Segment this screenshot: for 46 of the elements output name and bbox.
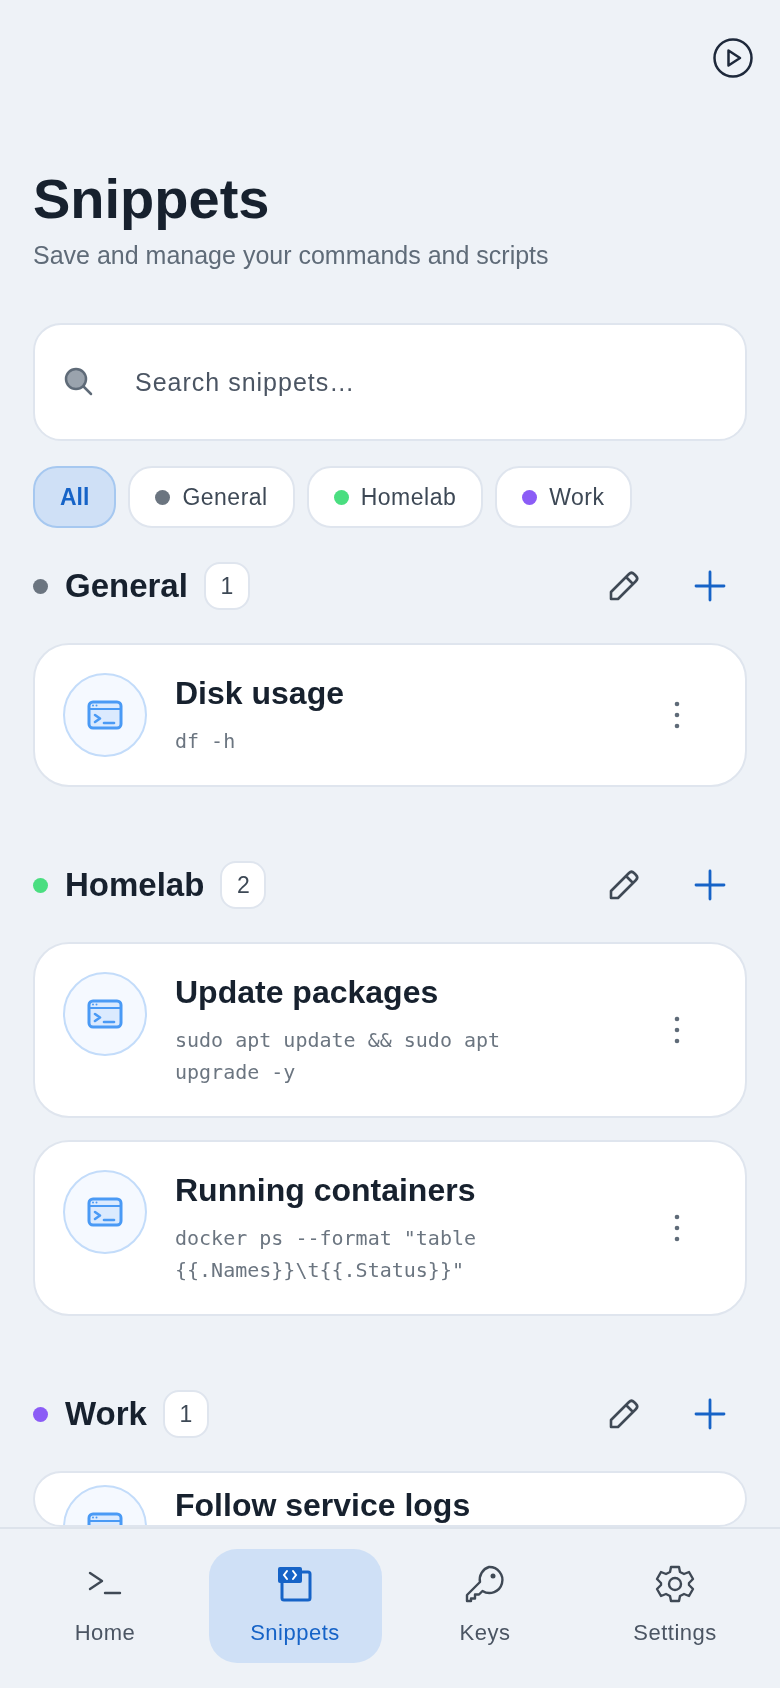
- pencil-icon: [607, 569, 641, 603]
- play-button[interactable]: [712, 37, 754, 79]
- search-icon: [63, 366, 95, 398]
- snippet-title: Update packages: [175, 973, 439, 1012]
- snippet-title: Disk usage: [175, 674, 344, 713]
- more-icon: [674, 1214, 680, 1242]
- nav-tab[interactable]: Keys: [398, 1549, 572, 1663]
- nav-tab[interactable]: Settings: [588, 1549, 762, 1663]
- filter-chip[interactable]: Homelab: [306, 466, 484, 528]
- group-title: Homelab: [65, 865, 205, 906]
- terminal-window-icon: [87, 999, 123, 1029]
- search-field[interactable]: Search snippets…: [33, 323, 747, 441]
- snippet-command: docker ps --format "table {{.Names}}\t{{.Status}}": [175, 1225, 478, 1284]
- terminal-window-icon: [87, 1197, 123, 1227]
- group-title: General: [65, 566, 188, 607]
- snippet-card[interactable]: Running containers docker ps --format "table {{.Names}}\t{{.Status}}": [33, 1140, 747, 1316]
- snippet-title: Follow service logs: [175, 1486, 471, 1525]
- plus-icon: [694, 570, 726, 602]
- pencil-icon: [607, 868, 641, 902]
- filter-chip[interactable]: All: [33, 466, 117, 528]
- pencil-icon: [607, 1397, 641, 1431]
- code-window-icon: [277, 1565, 313, 1602]
- more-icon: [674, 701, 680, 729]
- filter-chip[interactable]: Work: [495, 466, 632, 528]
- count-badge: 2: [220, 861, 267, 909]
- snippet-command: df -h: [175, 728, 237, 755]
- group-title: Work: [65, 1394, 147, 1435]
- nav-tab[interactable]: Home: [18, 1549, 192, 1663]
- terminal-window-icon: [87, 700, 123, 730]
- more-icon: [674, 1016, 680, 1044]
- play-icon: [712, 37, 754, 79]
- snippet-card[interactable]: Follow service logs: [33, 1471, 747, 1527]
- snippet-command: sudo apt update && sudo apt upgrade -y: [175, 1027, 502, 1086]
- key-icon: [465, 1563, 505, 1604]
- plus-icon: [694, 1398, 726, 1430]
- filter-chip[interactable]: General: [128, 466, 295, 528]
- count-badge: 1: [162, 1390, 209, 1438]
- page-title: Snippets: [33, 167, 270, 231]
- snippet-card[interactable]: Update packages sudo apt update && sudo apt upgrade -y: [33, 942, 747, 1118]
- settings-icon: [655, 1563, 695, 1604]
- snippet-title: Running containers: [175, 1171, 476, 1210]
- plus-icon: [694, 869, 726, 901]
- snippet-card[interactable]: Disk usage df -h: [33, 643, 747, 787]
- nav-tab[interactable]: Snippets: [208, 1549, 382, 1663]
- page-subtitle: Save and manage your commands and scripts: [33, 240, 549, 271]
- count-badge: 1: [203, 562, 250, 610]
